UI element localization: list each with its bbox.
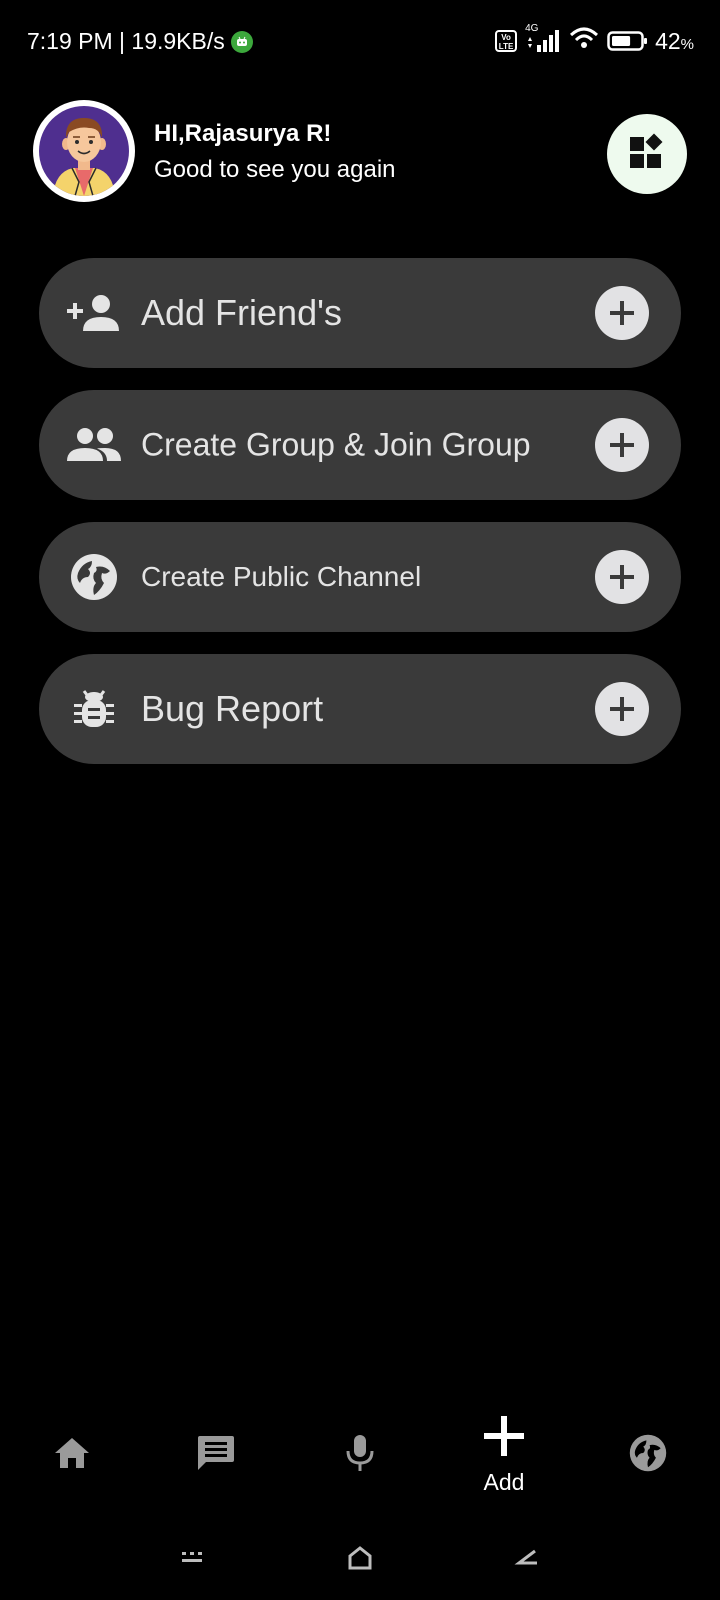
nav-voice[interactable] <box>300 1400 420 1510</box>
bug-icon <box>67 684 121 734</box>
nav-add-label: Add <box>483 1469 525 1495</box>
network-type: 4G <box>525 23 539 34</box>
widgets-button[interactable] <box>607 114 687 194</box>
menu-item-create-group[interactable]: Create Group & Join Group <box>39 390 681 500</box>
group-icon <box>67 420 121 470</box>
menu-item-bug-report[interactable]: Bug Report <box>39 654 681 764</box>
nav-channels[interactable] <box>588 1400 708 1510</box>
recents-icon <box>180 1550 204 1571</box>
globe-icon <box>67 552 121 602</box>
back-button[interactable] <box>504 1542 548 1578</box>
battery-percent-value: 42 <box>655 27 681 54</box>
add-icon <box>482 1414 526 1463</box>
mic-icon <box>345 1434 375 1477</box>
status-right: Vo LTE 4G 42% <box>495 23 694 56</box>
battery-icon <box>607 30 648 52</box>
battery-percent-suffix: % <box>680 35 694 53</box>
menu-item-label: Add Friend's <box>141 292 342 333</box>
volte-icon: Vo LTE <box>495 30 518 52</box>
person-add-icon <box>67 288 121 338</box>
notification-robot-icon <box>230 30 253 53</box>
recents-button[interactable] <box>170 1542 214 1578</box>
status-bar: 7:19 PM | 19.9KB/s Vo LTE 4G 42% <box>0 0 720 88</box>
globe-icon <box>629 1434 667 1477</box>
home-outline-icon <box>347 1545 373 1575</box>
menu-item-label: Create Group & Join Group <box>141 426 531 463</box>
menu-item-add-friends[interactable]: Add Friend's <box>39 258 681 368</box>
nav-home[interactable] <box>12 1400 132 1510</box>
status-left: 7:19 PM | 19.9KB/s <box>27 28 253 55</box>
battery-percent: 42% <box>655 28 694 55</box>
avatar[interactable] <box>33 100 135 202</box>
back-icon <box>513 1549 539 1572</box>
widgets-icon <box>628 133 666 176</box>
volte-bottom: LTE <box>498 42 514 51</box>
wifi-icon <box>569 26 599 56</box>
add-circle-icon[interactable] <box>595 286 649 340</box>
volte-top: Vo <box>501 33 511 42</box>
system-nav-bar <box>0 1530 720 1590</box>
nav-chat[interactable] <box>156 1400 276 1510</box>
add-circle-icon[interactable] <box>595 682 649 736</box>
home-system-button[interactable] <box>338 1542 382 1578</box>
greeting-title: HI,Rajasurya R! <box>154 120 332 147</box>
menu-item-public-channel[interactable]: Create Public Channel <box>39 522 681 632</box>
status-time-speed: 7:19 PM | 19.9KB/s <box>27 28 225 54</box>
chat-icon <box>196 1434 236 1477</box>
add-circle-icon[interactable] <box>595 550 649 604</box>
greeting-subtitle: Good to see you again <box>154 156 396 183</box>
signal-icon: 4G <box>525 23 561 55</box>
bottom-nav: Add <box>0 1400 720 1510</box>
menu-item-label: Bug Report <box>141 688 324 729</box>
add-circle-icon[interactable] <box>595 418 649 472</box>
nav-add[interactable]: Add <box>444 1400 564 1510</box>
home-icon <box>53 1436 91 1475</box>
action-menu: Add Friend's Create Group & Join Group C… <box>39 258 681 786</box>
menu-item-label: Create Public Channel <box>141 561 422 592</box>
avatar-illustration-icon <box>39 106 129 196</box>
